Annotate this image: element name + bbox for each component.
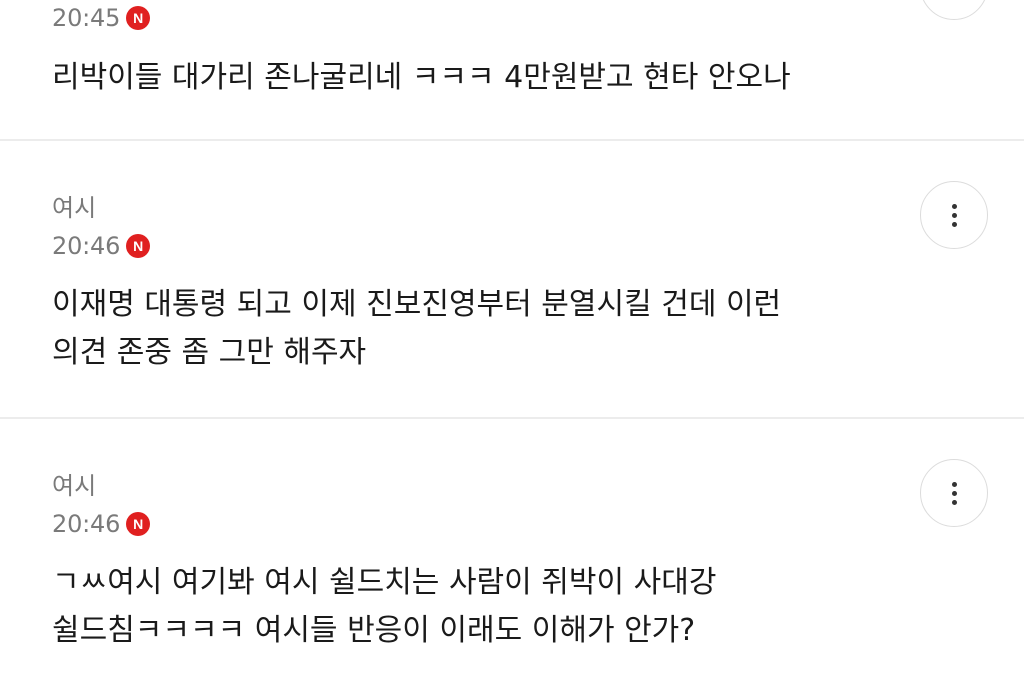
comment-line: 리박이들 대가리 존나굴리네 ㅋㅋㅋ 4만원받고 현타 안오나 — [52, 60, 791, 95]
more-vertical-icon — [951, 481, 957, 487]
new-badge-icon: N — [126, 512, 151, 536]
new-badge-icon: N — [126, 234, 151, 258]
comment-time: 20:46 — [52, 510, 121, 538]
comment-list: 20:45 N 리박이들 대가리 존나굴리네 ㅋㅋㅋ 4만원받고 현타 안오나 … — [0, 0, 1024, 682]
comment-item: 여시 20:46 N ㄱㅆ여시 여기봐 여시 쉴드치는 사람이 쥐박이 사대강 … — [0, 419, 1024, 682]
comment-author: 여시 — [52, 194, 97, 222]
more-vertical-icon — [951, 203, 957, 209]
comment-line: ㄱㅆ여시 여기봐 여시 쉴드치는 사람이 쥐박이 사대강 — [52, 565, 717, 600]
comment-meta: 20:46 N — [52, 509, 151, 539]
more-vertical-icon-dot — [951, 221, 957, 227]
more-vertical-icon-dot — [951, 212, 957, 218]
comment-time: 20:46 — [52, 232, 121, 260]
more-options-button[interactable] — [920, 181, 988, 249]
comment-meta: 20:45 N — [52, 3, 151, 33]
comment-line: 쉴드침ㅋㅋㅋㅋ 여시들 반응이 이래도 이해가 안가? — [52, 613, 696, 648]
comment-time: 20:45 — [52, 4, 121, 32]
comment-line: 이재명 대통령 되고 이제 진보진영부터 분열시킬 건데 이런 — [52, 287, 782, 322]
more-vertical-icon-dot — [951, 499, 957, 505]
more-vertical-icon-dot — [951, 490, 957, 496]
comment-body: 리박이들 대가리 존나굴리네 ㅋㅋㅋ 4만원받고 현타 안오나 — [52, 54, 912, 102]
comment-item: 20:45 N 리박이들 대가리 존나굴리네 ㅋㅋㅋ 4만원받고 현타 안오나 — [0, 0, 1024, 140]
comment-author: 여시 — [52, 472, 97, 500]
new-badge-icon: N — [126, 6, 151, 30]
comment-meta: 20:46 N — [52, 231, 151, 261]
comment-body: 이재명 대통령 되고 이제 진보진영부터 분열시킬 건데 이런 의견 존중 좀 … — [52, 281, 912, 377]
comment-item: 여시 20:46 N 이재명 대통령 되고 이제 진보진영부터 분열시킬 건데 … — [0, 141, 1024, 417]
comment-body: ㄱㅆ여시 여기봐 여시 쉴드치는 사람이 쥐박이 사대강 쉴드침ㅋㅋㅋㅋ 여시들… — [52, 559, 912, 655]
more-options-button[interactable] — [920, 0, 988, 20]
comment-line: 의견 존중 좀 그만 해주자 — [52, 335, 367, 370]
more-options-button[interactable] — [920, 459, 988, 527]
